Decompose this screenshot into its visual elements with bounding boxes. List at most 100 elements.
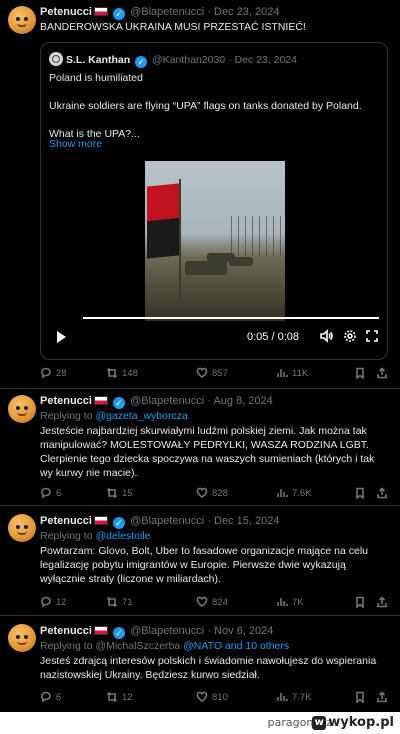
tweet-date[interactable]: Nov 6, 2024 <box>214 625 273 637</box>
view-count: 7K <box>292 596 304 608</box>
avatar[interactable] <box>8 514 36 542</box>
tweet-header: Petenucci ✓ @Blapetenucci · Dec 15, 2024 <box>40 515 280 529</box>
share-button[interactable] <box>376 689 388 705</box>
tank <box>229 257 253 266</box>
reply-count: 12 <box>56 596 67 608</box>
author-handle[interactable]: @Blapetenucci <box>130 395 204 407</box>
avatar[interactable] <box>8 395 36 423</box>
tweet-header: Petenucci ✓ @Blapetenucci · Nov 6, 2024 <box>40 625 274 639</box>
tweet-actions: 28 148 857 11K <box>40 365 390 381</box>
reply-count: 6 <box>56 487 62 499</box>
wykop-icon: w <box>312 716 327 730</box>
poland-flag-icon <box>93 396 108 405</box>
verified-badge-icon: ✓ <box>113 8 126 20</box>
heart-icon <box>196 691 208 702</box>
quote-line-1: Poland is humiliated <box>49 72 143 84</box>
tweet-date[interactable]: Dec 23, 2024 <box>214 6 279 18</box>
repost-button[interactable]: 71 <box>106 594 133 610</box>
bookmark-icon <box>356 691 364 703</box>
tank <box>185 261 227 275</box>
bookmark-button[interactable] <box>354 594 366 610</box>
reply-button[interactable]: 6 <box>40 689 61 705</box>
views-button[interactable]: 7.7K <box>276 689 312 705</box>
share-button[interactable] <box>376 485 388 501</box>
view-count: 7.7K <box>292 691 312 703</box>
fullscreen-icon[interactable] <box>365 329 379 343</box>
settings-gear-icon[interactable] <box>343 329 357 343</box>
tweet-3[interactable]: Petenucci ✓ @Blapetenucci · Dec 15, 2024… <box>0 506 400 615</box>
author-handle[interactable]: @Blapetenucci <box>130 515 204 527</box>
quoted-tweet[interactable]: S.L. Kanthan ✓ @Kanthan2030 · Dec 23, 20… <box>40 42 388 360</box>
mention-link[interactable]: @delestoile <box>95 530 150 542</box>
reply-button[interactable]: 6 <box>40 485 61 501</box>
replying-to: Replying to @delestoile <box>40 530 151 542</box>
mention-link[interactable]: @gazeta_wyborcza <box>95 410 187 422</box>
red-black-flag <box>147 183 179 259</box>
tweet-actions: 6 12 810 7.7K <box>40 689 390 705</box>
views-button[interactable]: 7K <box>276 594 304 610</box>
views-icon <box>277 369 288 377</box>
wykop-logo: w wykop.pl <box>312 715 394 730</box>
repost-count: 12 <box>122 691 133 703</box>
reply-button[interactable]: 28 <box>40 365 67 381</box>
tweet-1[interactable]: Petenucci ✓ @Blapetenucci · Dec 23, 2024… <box>0 0 400 388</box>
tweet-4[interactable]: Petenucci ✓ @Blapetenucci · Nov 6, 2024 … <box>0 616 400 710</box>
views-button[interactable]: 11K <box>276 365 308 381</box>
author-name[interactable]: Petenucci <box>40 6 92 18</box>
like-button[interactable]: 857 <box>196 365 228 381</box>
quote-avatar <box>49 52 63 66</box>
volume-icon[interactable] <box>319 329 333 343</box>
quote-header: S.L. Kanthan ✓ @Kanthan2030 · Dec 23, 20… <box>49 52 297 68</box>
heart-icon <box>196 596 208 607</box>
tweet-date[interactable]: Dec 15, 2024 <box>214 515 279 527</box>
bookmark-button[interactable] <box>354 485 366 501</box>
heart-icon <box>196 367 208 378</box>
view-count: 11K <box>292 367 309 379</box>
play-icon[interactable] <box>57 331 66 343</box>
like-button[interactable]: 828 <box>196 485 228 501</box>
replying-to: Replying to @MichalSzczerba @NATO and 10… <box>40 640 290 652</box>
verified-badge-icon: ✓ <box>113 627 126 639</box>
author-name[interactable]: Petenucci <box>40 395 92 407</box>
avatar[interactable] <box>8 624 36 652</box>
like-button[interactable]: 824 <box>196 594 228 610</box>
bookmark-button[interactable] <box>354 689 366 705</box>
share-button[interactable] <box>376 365 388 381</box>
share-button[interactable] <box>376 594 388 610</box>
video-time: 0:05 / 0:08 <box>247 331 299 343</box>
author-handle[interactable]: @Blapetenucci <box>130 6 204 18</box>
repost-button[interactable]: 148 <box>106 365 138 381</box>
tweet-2[interactable]: Petenucci ✓ @Blapetenucci · Aug 8, 2024 … <box>0 389 400 505</box>
reply-button[interactable]: 12 <box>40 594 67 610</box>
show-more-link[interactable]: Show more <box>49 138 102 150</box>
author-name[interactable]: Petenucci <box>40 515 92 527</box>
avatar[interactable] <box>8 6 36 34</box>
tweet-date[interactable]: Aug 8, 2024 <box>213 395 272 407</box>
author-name[interactable]: Petenucci <box>40 625 92 637</box>
bookmark-icon <box>356 487 364 499</box>
author-handle[interactable]: @Blapetenucci <box>130 625 204 637</box>
quote-line-2: Ukraine soldiers are flying “UPA” flags … <box>49 100 362 112</box>
video-player[interactable]: 0:05 / 0:08 <box>47 159 383 354</box>
repost-button[interactable]: 12 <box>106 689 133 705</box>
share-icon <box>377 691 387 703</box>
heart-icon <box>196 487 208 498</box>
tweet-header: Petenucci ✓ @Blapetenucci · Aug 8, 2024 <box>40 395 273 409</box>
share-icon <box>377 367 387 379</box>
repost-button[interactable]: 15 <box>106 485 133 501</box>
views-icon <box>277 489 288 497</box>
mention-link[interactable]: @NATO and 10 others <box>183 640 289 652</box>
reply-icon <box>41 367 51 379</box>
like-button[interactable]: 810 <box>196 689 228 705</box>
views-icon <box>277 693 288 701</box>
repost-icon <box>106 691 118 703</box>
views-button[interactable]: 7.6K <box>276 485 312 501</box>
video-progress-bar[interactable] <box>83 317 379 319</box>
tweet-actions: 6 15 828 7.6K <box>40 485 390 501</box>
reply-icon <box>41 487 51 499</box>
verified-badge-icon: ✓ <box>113 517 126 529</box>
video-frame[interactable] <box>145 161 285 321</box>
reply-count: 6 <box>56 691 62 703</box>
watermark-bar: paragonik z w wykop.pl <box>0 712 400 734</box>
bookmark-button[interactable] <box>354 365 366 381</box>
